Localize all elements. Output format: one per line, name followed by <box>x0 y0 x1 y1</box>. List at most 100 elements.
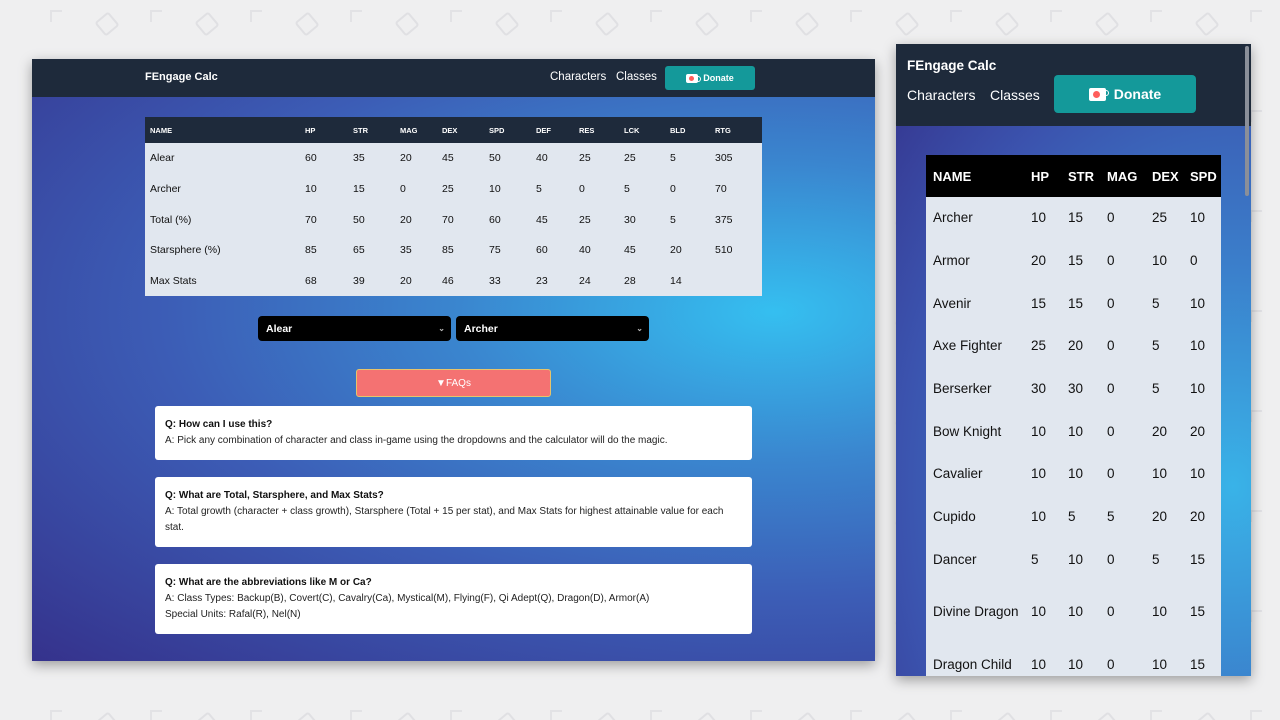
background-glyph <box>194 11 220 37</box>
background-corner <box>1250 210 1262 222</box>
table-row: Alear 60 35 20 45 50 40 25 25 5 305 <box>145 143 762 174</box>
kofi-cup-icon <box>1088 87 1109 101</box>
column-header: LCK <box>619 117 665 143</box>
background-glyph <box>994 711 1020 720</box>
stat-cell: 0 <box>1100 197 1145 240</box>
column-header: HP <box>1024 155 1061 197</box>
background-corner <box>450 710 462 720</box>
stat-cell: 10 <box>1024 643 1061 676</box>
classes-table: NAME HP STR MAG DEX SPD Archer 10 15 0 25 10 Armor 2… <box>926 155 1221 676</box>
stat-cell: 10 <box>1024 581 1061 644</box>
background-glyph <box>1194 11 1220 37</box>
faq-question: Q: What are the abbreviations like M or … <box>165 577 372 588</box>
chevron-down-icon: ⌄ <box>438 324 445 333</box>
stat-cell: 10 <box>1024 453 1061 496</box>
row-name-cell: Dragon Child <box>926 643 1024 676</box>
character-select[interactable]: Alear ⌄ <box>258 316 451 341</box>
column-header: DEF <box>531 117 574 143</box>
nav-classes[interactable]: Classes <box>990 87 1040 103</box>
nav-characters[interactable]: Characters <box>550 71 606 83</box>
stat-cell: 60 <box>484 204 531 236</box>
faq-answer: A: Total growth (character + class growt… <box>165 506 724 533</box>
stat-cell: 15 <box>1061 197 1100 240</box>
stat-cell: 45 <box>437 143 484 174</box>
stat-cell: 10 <box>1183 367 1221 411</box>
stat-cell: 10 <box>1183 282 1221 326</box>
background-corner <box>1250 410 1262 422</box>
mobile-view: FEngage Calc Characters Classes Donate N… <box>896 44 1251 676</box>
character-select-value: Alear <box>266 322 293 335</box>
nav-characters[interactable]: Characters <box>907 87 975 103</box>
stat-cell: 25 <box>619 143 665 174</box>
faq-card: Q: What are Total, Starsphere, and Max S… <box>155 477 752 547</box>
nav-classes[interactable]: Classes <box>616 71 657 83</box>
stat-cell: 30 <box>1024 367 1061 411</box>
stat-cell: 15 <box>1183 643 1221 676</box>
column-header: SPD <box>1183 155 1221 197</box>
stat-cell: 15 <box>1183 581 1221 644</box>
table-header-row: NAME HP STR MAG DEX SPD <box>926 155 1221 197</box>
class-select[interactable]: Archer ⌄ <box>456 316 649 341</box>
row-name-cell: Starsphere (%) <box>145 235 300 266</box>
background-corner <box>850 710 862 720</box>
background-corner <box>1150 10 1162 22</box>
background-glyph <box>94 711 120 720</box>
stat-cell: 85 <box>300 235 348 266</box>
stat-cell: 28 <box>619 265 665 297</box>
stat-cell: 10 <box>1145 643 1183 676</box>
stat-cell: 23 <box>531 265 574 297</box>
donate-button[interactable]: Donate <box>1054 75 1196 113</box>
stat-cell: 20 <box>395 204 437 236</box>
stat-cell <box>710 265 762 297</box>
stat-cell: 5 <box>1061 495 1100 539</box>
kofi-cup-icon <box>686 73 702 83</box>
stat-cell: 0 <box>1100 282 1145 326</box>
column-header: MAG <box>395 117 437 143</box>
table-row: Avenir 15 15 0 5 10 <box>926 282 1221 326</box>
donate-button[interactable]: Donate <box>665 66 755 90</box>
stat-cell: 68 <box>300 265 348 297</box>
table-row: Archer 10 15 0 25 10 <box>926 197 1221 240</box>
stat-cell: 15 <box>1024 282 1061 326</box>
column-header: STR <box>1061 155 1100 197</box>
navbar: FEngage Calc Characters Classes Donate <box>896 44 1251 126</box>
stat-cell: 70 <box>437 204 484 236</box>
background-corner <box>1050 10 1062 22</box>
background-corner <box>950 10 962 22</box>
stat-cell: 5 <box>1145 538 1183 582</box>
stat-cell: 0 <box>665 173 710 205</box>
stat-cell: 39 <box>348 265 395 297</box>
background-corner <box>250 10 262 22</box>
background-glyph <box>494 711 520 720</box>
stat-cell: 20 <box>1024 239 1061 283</box>
faq-answer-extra: Special Units: Rafal(R), Nel(N) <box>165 609 301 620</box>
background-corner <box>650 710 662 720</box>
stat-cell: 10 <box>1145 453 1183 496</box>
scrollbar[interactable] <box>1245 46 1249 196</box>
stat-cell: 25 <box>574 143 619 174</box>
faq-card: Q: How can I use this? A: Pick any combi… <box>155 406 752 460</box>
stat-cell: 45 <box>531 204 574 236</box>
stat-cell: 0 <box>1183 239 1221 283</box>
column-header: RES <box>574 117 619 143</box>
table-row: Starsphere (%) 85 65 35 85 75 60 40 45 20 510 <box>145 235 762 266</box>
brand-logo[interactable]: FEngage Calc <box>907 58 996 73</box>
stat-cell: 10 <box>1024 410 1061 454</box>
stat-cell: 5 <box>665 143 710 174</box>
stat-cell: 0 <box>1100 538 1145 582</box>
background-corner <box>950 710 962 720</box>
background-glyph <box>294 11 320 37</box>
background-corner <box>450 10 462 22</box>
stat-cell: 10 <box>1061 643 1100 676</box>
stat-cell: 10 <box>1024 495 1061 539</box>
stat-cell: 10 <box>300 173 348 205</box>
faq-toggle-button[interactable]: ▼FAQs <box>356 369 551 397</box>
background-glyph <box>394 11 420 37</box>
donate-label: Donate <box>1113 86 1162 102</box>
brand-logo[interactable]: FEngage Calc <box>145 71 218 83</box>
stat-cell: 0 <box>1100 239 1145 283</box>
chevron-down-icon: ⌄ <box>636 324 643 333</box>
row-name-cell: Alear <box>145 143 300 174</box>
stat-cell: 50 <box>348 204 395 236</box>
stat-cell: 0 <box>1100 367 1145 411</box>
